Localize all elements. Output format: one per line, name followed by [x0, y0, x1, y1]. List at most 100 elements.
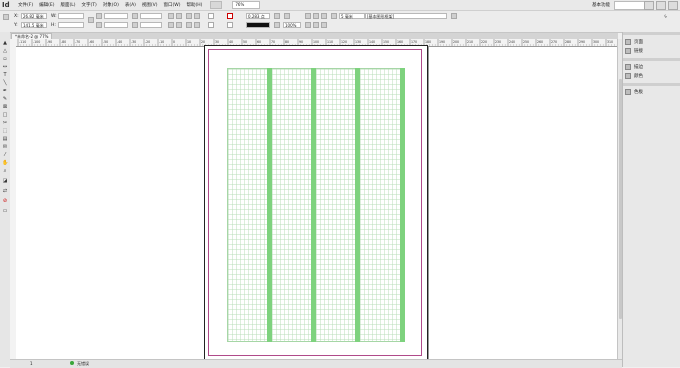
- direct-selection-tool-icon[interactable]: △: [2, 48, 8, 54]
- rotate-ccw-icon[interactable]: [176, 13, 182, 19]
- apply-none-icon[interactable]: ⊘: [2, 198, 8, 204]
- rotate-icon[interactable]: [132, 13, 138, 19]
- panel-group-header-2[interactable]: [623, 58, 680, 61]
- preflight-status-text[interactable]: 无错误: [77, 361, 89, 367]
- fill-stroke-icon[interactable]: ◪: [2, 178, 8, 184]
- document-page[interactable]: [204, 45, 428, 361]
- rectangle-tool-icon[interactable]: □: [2, 112, 8, 118]
- ruler-tick-label: 270: [551, 40, 557, 44]
- menu-window[interactable]: 窗口(W): [164, 2, 181, 8]
- select-next-icon[interactable]: [194, 22, 200, 28]
- zoom-tool-icon[interactable]: ⌕: [2, 168, 8, 174]
- reference-point-icon[interactable]: [3, 14, 9, 20]
- pen-tool-icon[interactable]: ✒: [2, 88, 8, 94]
- ruler-tick-label: 250: [523, 40, 529, 44]
- flip-horizontal-icon[interactable]: [168, 22, 174, 28]
- opacity-field[interactable]: 100%: [283, 22, 301, 28]
- menu-edit[interactable]: 编辑(E): [39, 2, 54, 8]
- flip-vertical-icon[interactable]: [176, 22, 182, 28]
- corner-icon[interactable]: [274, 13, 280, 19]
- bridge-button[interactable]: [210, 1, 223, 9]
- scale-x-field[interactable]: [104, 13, 128, 19]
- ruler-tick-label: -90: [47, 40, 52, 44]
- panel-links[interactable]: 链接: [625, 47, 679, 55]
- eyedropper-tool-icon[interactable]: ⁄: [2, 152, 8, 158]
- stroke-swatch[interactable]: [227, 13, 233, 19]
- shear-field[interactable]: [140, 22, 162, 28]
- ruler-tick-label: 280: [565, 40, 571, 44]
- hand-tool-icon[interactable]: ✋: [2, 160, 8, 166]
- menu-type[interactable]: 文字(T): [82, 2, 97, 8]
- ruler-tick-label: 230: [495, 40, 501, 44]
- stroke-weight-field[interactable]: 0.283 点: [246, 13, 270, 19]
- panel-swatches[interactable]: 色板: [625, 88, 679, 96]
- h-label: H:: [51, 23, 56, 28]
- pencil-tool-icon[interactable]: ✎: [2, 96, 8, 102]
- close-button[interactable]: [668, 1, 678, 10]
- menu-view[interactable]: 视图(V): [142, 2, 158, 8]
- h-field[interactable]: [58, 22, 84, 28]
- panel-color[interactable]: 颜色: [625, 72, 679, 80]
- align-center-icon[interactable]: [313, 22, 319, 28]
- w-field[interactable]: [58, 13, 84, 19]
- ruler-tick-label: 70: [271, 40, 275, 44]
- rotate-field[interactable]: [140, 13, 162, 19]
- type-tool-icon[interactable]: T: [2, 72, 8, 78]
- page-tool-icon[interactable]: ▫: [2, 56, 8, 62]
- scale-y-field[interactable]: [104, 22, 128, 28]
- fill-swatch[interactable]: [208, 13, 214, 19]
- y-field[interactable]: 141.5 毫米: [21, 22, 47, 28]
- rotate-cw-icon[interactable]: [168, 13, 174, 19]
- panel-swatches-label: 色板: [634, 90, 643, 95]
- select-previous-icon[interactable]: [186, 22, 192, 28]
- align-right-icon[interactable]: [321, 22, 327, 28]
- menu-table[interactable]: 表(A): [125, 2, 136, 8]
- free-transform-tool-icon[interactable]: ⬚: [2, 128, 8, 134]
- maximize-button[interactable]: [656, 1, 666, 10]
- workspace-switcher[interactable]: 基本功能: [592, 2, 610, 8]
- note-tool-icon[interactable]: ✉: [2, 144, 8, 150]
- wrap-shape-icon[interactable]: [321, 13, 327, 19]
- menu-layout[interactable]: 版面(L): [60, 2, 75, 8]
- help-search-input[interactable]: [614, 1, 646, 10]
- ruler-tick-label: 290: [579, 40, 585, 44]
- swatches-icon: [625, 89, 631, 95]
- select-container-icon[interactable]: [186, 13, 192, 19]
- panel-group-header[interactable]: [623, 32, 680, 35]
- link-icon[interactable]: [88, 17, 94, 23]
- panel-stroke[interactable]: 描边: [625, 63, 679, 71]
- style-options-icon[interactable]: [451, 13, 457, 19]
- page-number[interactable]: 1: [30, 361, 33, 366]
- x-field[interactable]: 26.82 毫米: [21, 13, 47, 19]
- selection-tool-icon[interactable]: ▲: [2, 40, 8, 46]
- select-content-icon[interactable]: [194, 13, 200, 19]
- gradient-tool-icon[interactable]: ▤: [2, 136, 8, 142]
- zoom-level[interactable]: 76%: [232, 1, 261, 9]
- panel-group-header-3[interactable]: [623, 83, 680, 86]
- stroke-type-dropdown[interactable]: [246, 22, 270, 28]
- text-stroke-swatch[interactable]: [227, 22, 233, 28]
- rectangle-frame-tool-icon[interactable]: ⊠: [2, 104, 8, 110]
- fitting-icon[interactable]: [331, 13, 337, 19]
- gap-tool-icon[interactable]: ↔: [2, 64, 8, 70]
- menu-object[interactable]: 对象(O): [103, 2, 119, 8]
- text-fill-swatch[interactable]: [208, 22, 214, 28]
- panel-pages-label: 页面: [634, 40, 643, 45]
- minimize-button[interactable]: [644, 1, 654, 10]
- lightning-icon[interactable]: ϟ: [664, 15, 667, 20]
- swap-icon[interactable]: ⇄: [2, 188, 8, 194]
- menu-help[interactable]: 帮助(H): [186, 2, 202, 8]
- wrap-none-icon[interactable]: [305, 13, 311, 19]
- scissors-tool-icon[interactable]: ✂: [2, 120, 8, 126]
- shear-icon[interactable]: [132, 22, 138, 28]
- object-style-dropdown[interactable]: [基本图形框架]: [365, 13, 447, 19]
- menu-file[interactable]: 文件(F): [18, 2, 33, 8]
- align-left-icon[interactable]: [305, 22, 311, 28]
- effects-icon[interactable]: [284, 13, 290, 19]
- ruler-tick-label: 40: [229, 40, 233, 44]
- wrap-box-icon[interactable]: [313, 13, 319, 19]
- screen-mode-icon[interactable]: ▭: [2, 208, 8, 214]
- line-tool-icon[interactable]: ╲: [2, 80, 8, 86]
- gap-field[interactable]: 5 毫米: [339, 13, 365, 19]
- panel-pages[interactable]: 页面: [625, 38, 679, 46]
